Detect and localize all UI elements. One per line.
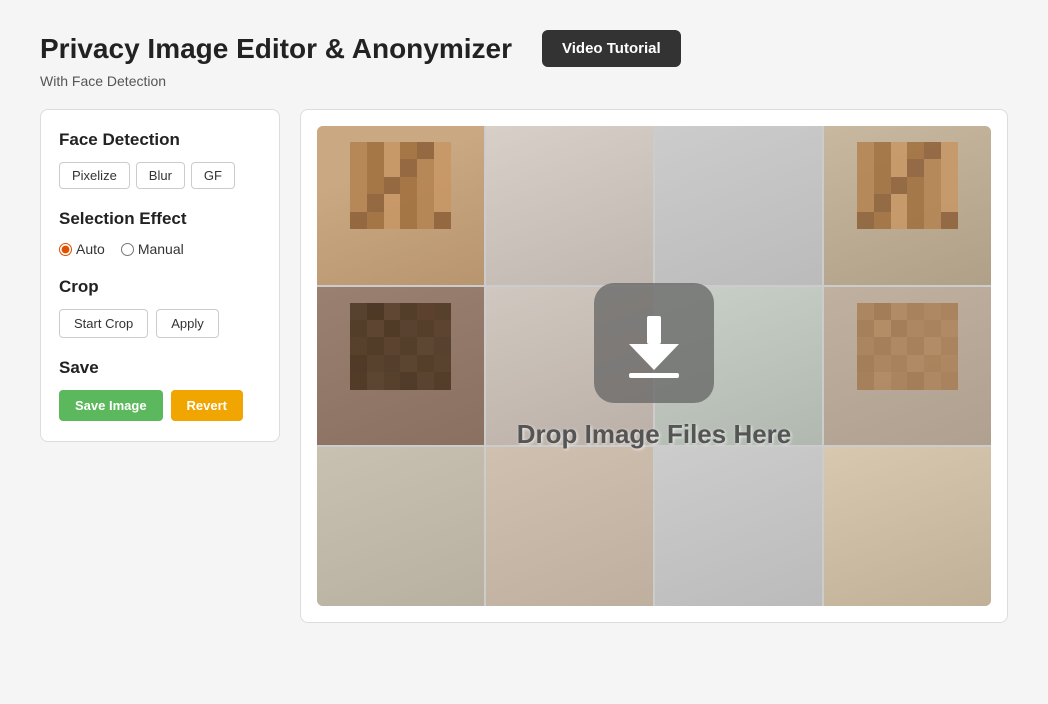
photo-cell-0 (317, 126, 484, 285)
photo-cell-11 (824, 447, 991, 606)
page-title: Privacy Image Editor & Anonymizer (40, 33, 512, 65)
selection-effect-title: Selection Effect (59, 209, 261, 229)
photo-cell-8 (317, 447, 484, 606)
drop-text: Drop Image Files Here (517, 419, 792, 450)
crop-title: Crop (59, 277, 261, 297)
mosaic-face-7 (857, 303, 957, 390)
canvas-area[interactable]: Drop Image Files Here (300, 109, 1008, 623)
blur-button[interactable]: Blur (136, 162, 185, 189)
crop-button-group: Start Crop Apply (59, 309, 261, 338)
download-icon (619, 308, 689, 378)
drop-zone[interactable]: Drop Image Files Here (317, 126, 991, 606)
radio-manual[interactable] (121, 243, 134, 256)
photo-cell-10 (655, 447, 822, 606)
pixelize-button[interactable]: Pixelize (59, 162, 130, 189)
photo-cell-1 (486, 126, 653, 285)
save-button-group: Save Image Revert (59, 390, 261, 421)
selection-mode-group: Auto Manual (59, 241, 261, 257)
effect-button-group: Pixelize Blur GF (59, 162, 261, 189)
revert-button[interactable]: Revert (171, 390, 243, 421)
radio-auto-label[interactable]: Auto (59, 241, 105, 257)
save-image-button[interactable]: Save Image (59, 390, 163, 421)
mosaic-face-0 (350, 142, 450, 229)
main-layout: Face Detection Pixelize Blur GF Selectio… (40, 109, 1008, 623)
mosaic-face-3 (857, 142, 957, 229)
gf-button[interactable]: GF (191, 162, 235, 189)
apply-button[interactable]: Apply (156, 309, 219, 338)
drop-icon-box (594, 283, 714, 403)
radio-auto-text: Auto (76, 241, 105, 257)
video-tutorial-button[interactable]: Video Tutorial (542, 30, 681, 67)
photo-cell-9 (486, 447, 653, 606)
face-detection-title: Face Detection (59, 130, 261, 150)
sidebar: Face Detection Pixelize Blur GF Selectio… (40, 109, 280, 442)
radio-manual-label[interactable]: Manual (121, 241, 184, 257)
photo-cell-2 (655, 126, 822, 285)
mosaic-face-4 (350, 303, 450, 390)
photo-cell-4 (317, 287, 484, 446)
photo-cell-7 (824, 287, 991, 446)
subtitle: With Face Detection (40, 73, 1008, 89)
page-header: Privacy Image Editor & Anonymizer Video … (40, 30, 1008, 67)
radio-auto[interactable] (59, 243, 72, 256)
start-crop-button[interactable]: Start Crop (59, 309, 148, 338)
drop-overlay: Drop Image Files Here (517, 283, 792, 450)
photo-cell-3 (824, 126, 991, 285)
save-title: Save (59, 358, 261, 378)
radio-manual-text: Manual (138, 241, 184, 257)
